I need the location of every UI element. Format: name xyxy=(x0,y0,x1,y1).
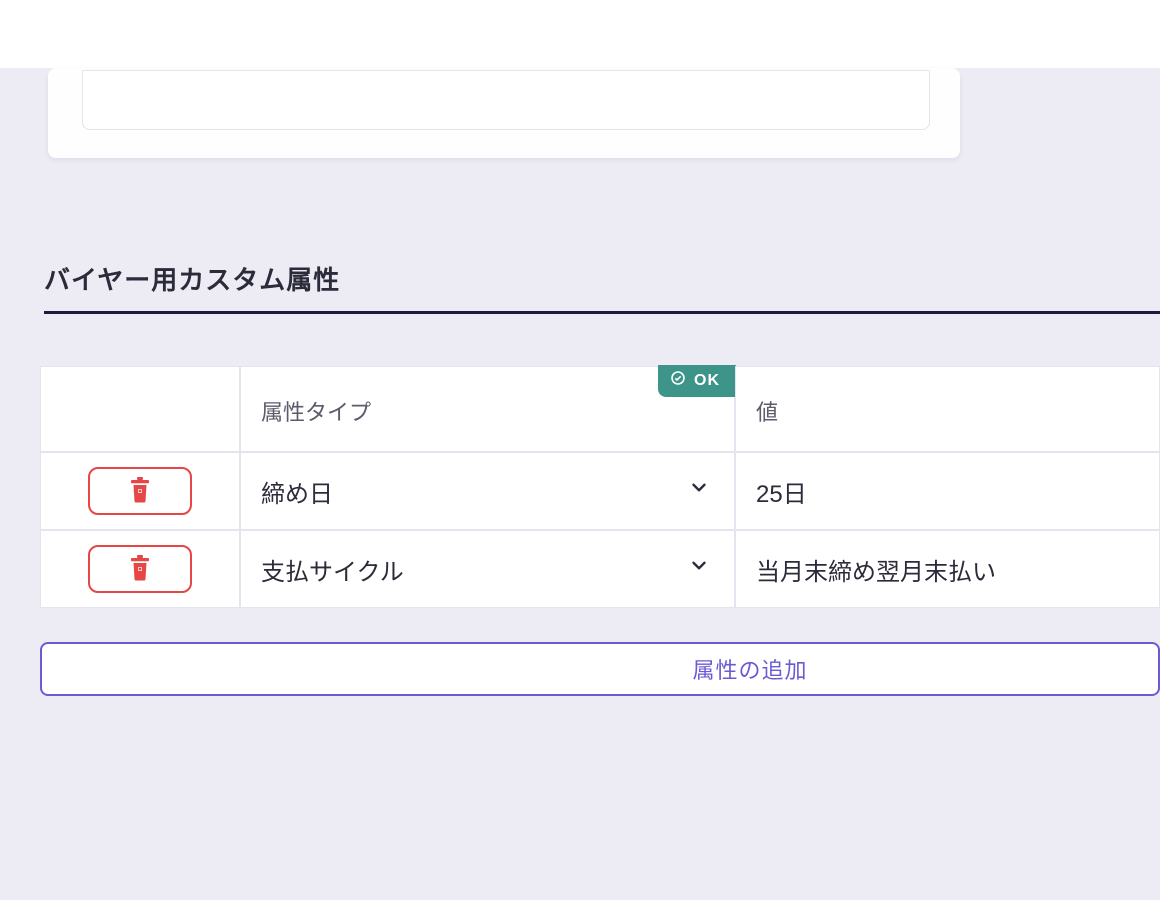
check-circle-icon xyxy=(670,370,686,391)
chevron-down-icon xyxy=(688,555,710,584)
row-action-cell xyxy=(40,452,240,530)
buyer-custom-attributes-section: バイヤー用カスタム属性 属性タイプ xyxy=(44,260,1160,696)
add-attribute-button[interactable]: 属性の追加 xyxy=(40,642,1160,696)
table-row: 締め日 25日 xyxy=(40,452,1160,530)
trash-icon xyxy=(128,555,152,584)
delete-row-button[interactable] xyxy=(88,545,192,593)
header-value: 値 xyxy=(735,366,1160,452)
table-row: 支払サイクル 当月末締め翌月末払い xyxy=(40,530,1160,608)
header-type: 属性タイプ OK xyxy=(240,366,735,452)
attribute-type-value: 支払サイクル xyxy=(261,559,404,586)
section-title: バイヤー用カスタム属性 xyxy=(44,260,1160,314)
header-value-label: 値 xyxy=(756,400,778,425)
previous-card xyxy=(48,68,960,158)
attribute-type-select[interactable]: 締め日 xyxy=(240,452,735,530)
attributes-table: 属性タイプ OK 値 xyxy=(40,366,1160,608)
delete-row-button[interactable] xyxy=(88,467,192,515)
trash-icon xyxy=(128,477,152,506)
attributes-table-wrap: 属性タイプ OK 値 xyxy=(40,366,1160,608)
chevron-down-icon xyxy=(688,477,710,506)
attribute-value-cell[interactable]: 当月末締め翌月末払い xyxy=(735,530,1160,608)
attribute-value-cell[interactable]: 25日 xyxy=(735,452,1160,530)
attribute-type-select[interactable]: 支払サイクル xyxy=(240,530,735,608)
top-bar xyxy=(0,0,1160,68)
attribute-type-value: 締め日 xyxy=(261,481,333,508)
attribute-value: 当月末締め翌月末払い xyxy=(756,559,996,586)
header-action xyxy=(40,366,240,452)
add-attribute-row: 属性の追加 xyxy=(40,642,1160,696)
row-action-cell xyxy=(40,530,240,608)
attribute-value: 25日 xyxy=(756,481,807,508)
previous-card-field xyxy=(82,70,930,130)
status-ok-label: OK xyxy=(694,372,720,390)
status-ok-badge: OK xyxy=(658,365,736,397)
header-type-label: 属性タイプ xyxy=(261,400,371,425)
